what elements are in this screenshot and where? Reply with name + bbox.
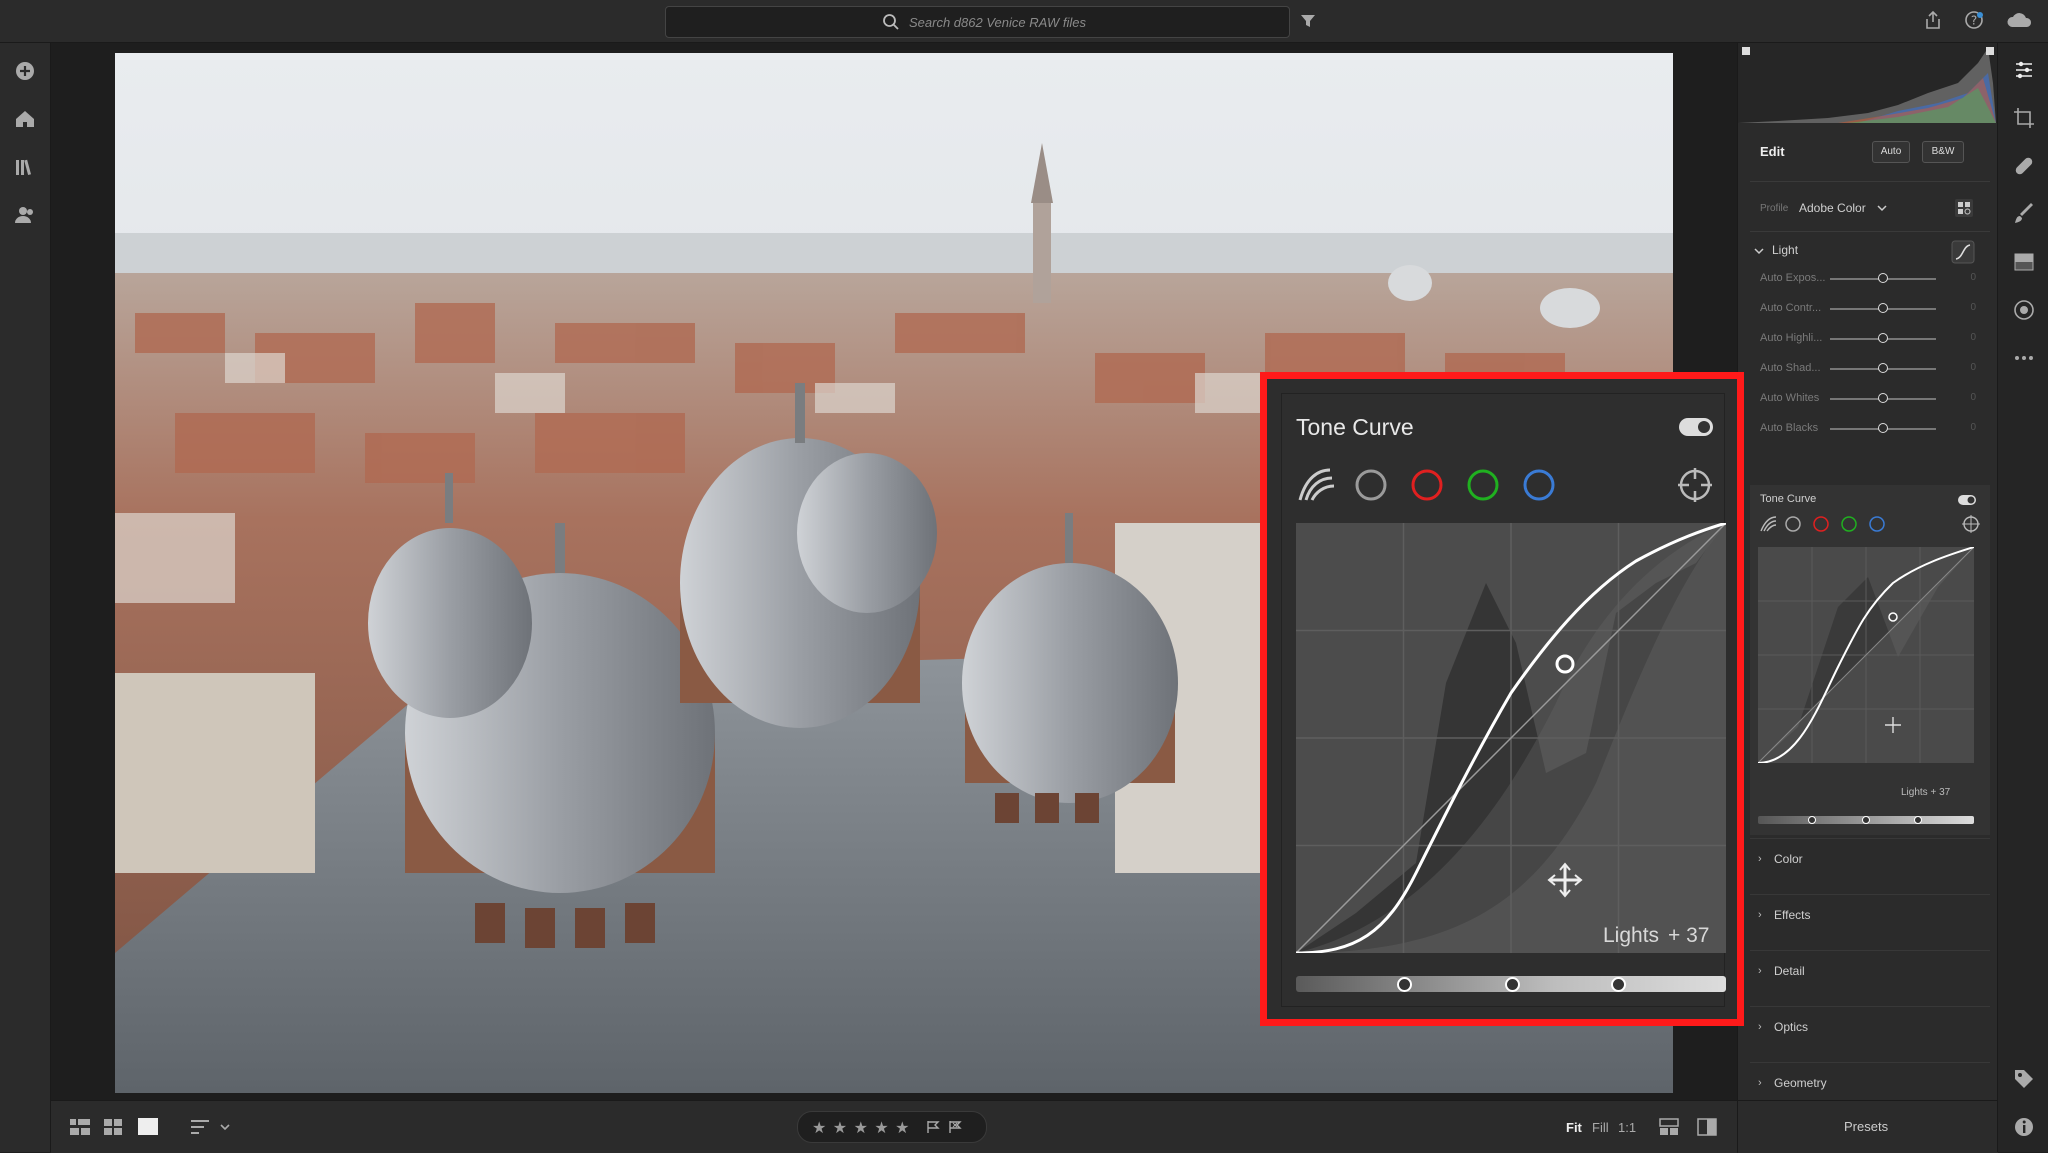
fill-button[interactable]: Fill bbox=[1592, 1120, 1609, 1135]
tone-curve-mini-graph[interactable] bbox=[1758, 547, 1974, 763]
divider bbox=[1750, 181, 1990, 182]
point-curve-icon[interactable] bbox=[1352, 466, 1390, 504]
search-icon bbox=[883, 14, 899, 30]
tone-curve-mini-channels[interactable] bbox=[1758, 513, 1988, 535]
one-to-one-button[interactable]: 1:1 bbox=[1618, 1120, 1636, 1135]
people-icon[interactable] bbox=[13, 203, 37, 227]
auto-blacks-slider[interactable]: Auto Blacks 0 bbox=[1760, 421, 1990, 437]
flag-pick-icon[interactable] bbox=[926, 1120, 940, 1134]
right-rail bbox=[1997, 43, 2048, 1152]
presets-button[interactable]: Presets bbox=[1844, 1119, 1888, 1134]
red-channel-icon[interactable] bbox=[1408, 466, 1446, 504]
photo-grid-icon[interactable] bbox=[104, 1119, 122, 1135]
more-icon[interactable] bbox=[2013, 347, 2035, 369]
crop-icon[interactable] bbox=[2013, 107, 2035, 129]
edit-sliders-icon[interactable] bbox=[2013, 59, 2035, 81]
light-section-title[interactable]: Light bbox=[1772, 243, 1798, 257]
filter-icon[interactable] bbox=[1300, 13, 1316, 29]
auto-shadows-slider[interactable]: Auto Shad... 0 bbox=[1760, 361, 1990, 377]
tone-curve-mini-toggle[interactable] bbox=[1958, 495, 1976, 505]
bottom-bar: ★ ★ ★ ★ ★ Fit Fill 1:1 bbox=[51, 1100, 1737, 1153]
divider bbox=[1750, 231, 1990, 232]
profile-label: Profile bbox=[1760, 203, 1789, 214]
presets-bar: Presets bbox=[1738, 1100, 1998, 1153]
highlight-clip-indicator bbox=[1986, 47, 1994, 55]
edit-title: Edit bbox=[1760, 144, 1785, 159]
blue-channel-icon[interactable] bbox=[1520, 466, 1558, 504]
top-bar: Search d862 Venice RAW files ? bbox=[0, 0, 2048, 43]
histogram bbox=[1738, 43, 1998, 123]
compare-icon[interactable] bbox=[1659, 1118, 1679, 1136]
bw-button[interactable]: B&W bbox=[1922, 141, 1964, 163]
parametric-curve-icon[interactable] bbox=[1296, 464, 1338, 506]
color-section[interactable]: › Color bbox=[1750, 838, 1990, 879]
effects-section[interactable]: › Effects bbox=[1750, 894, 1990, 935]
optics-section[interactable]: › Optics bbox=[1750, 1006, 1990, 1047]
info-icon[interactable] bbox=[2013, 1116, 2035, 1138]
keyword-tag-icon[interactable] bbox=[2013, 1068, 2035, 1090]
svg-text:?: ? bbox=[1971, 14, 1977, 28]
fit-button[interactable]: Fit bbox=[1566, 1120, 1582, 1135]
split-handle-highlights[interactable] bbox=[1611, 977, 1626, 992]
edit-panel: Edit Auto B&W Profile Adobe Color Light … bbox=[1737, 43, 1998, 1153]
split-handle-highlights[interactable] bbox=[1914, 816, 1922, 824]
star-rating[interactable]: ★ ★ ★ ★ ★ bbox=[812, 1118, 911, 1138]
search-input[interactable]: Search d862 Venice RAW files bbox=[909, 15, 1086, 30]
sort-icon[interactable] bbox=[191, 1118, 233, 1136]
split-handle-midtones[interactable] bbox=[1862, 816, 1870, 824]
profile-dropdown[interactable]: Adobe Color bbox=[1799, 201, 1866, 215]
light-chevron-icon[interactable] bbox=[1753, 246, 1765, 256]
tone-curve-mini-panel: Tone Curve Lights + 37 bbox=[1750, 485, 1990, 835]
before-after-icon[interactable] bbox=[1697, 1117, 1717, 1137]
detail-section[interactable]: › Detail bbox=[1750, 950, 1990, 991]
linear-gradient-icon[interactable] bbox=[2013, 251, 2035, 273]
left-rail bbox=[0, 43, 51, 1152]
split-handle-shadows[interactable] bbox=[1397, 977, 1412, 992]
profile-browser-icon[interactable] bbox=[1954, 198, 1974, 218]
targeted-adjustment-icon[interactable] bbox=[1676, 466, 1714, 504]
auto-contrast-slider[interactable]: Auto Contr... 0 bbox=[1760, 301, 1990, 317]
tone-curve-title: Tone Curve bbox=[1296, 414, 1414, 440]
chevron-down-icon[interactable] bbox=[1876, 203, 1888, 213]
auto-highlights-slider[interactable]: Auto Highli... 0 bbox=[1760, 331, 1990, 347]
tone-curve-toggle[interactable] bbox=[1679, 418, 1713, 436]
flag-reject-icon[interactable] bbox=[948, 1120, 962, 1134]
geometry-section[interactable]: › Geometry bbox=[1750, 1062, 1990, 1103]
detail-view-icon[interactable] bbox=[138, 1118, 158, 1135]
split-handle-shadows[interactable] bbox=[1808, 816, 1816, 824]
square-grid-icon[interactable] bbox=[70, 1119, 90, 1135]
tone-curve-graph[interactable]: Lights + 37 bbox=[1296, 523, 1726, 953]
search-box[interactable]: Search d862 Venice RAW files bbox=[665, 6, 1290, 38]
green-channel-icon[interactable] bbox=[1464, 466, 1502, 504]
healing-icon[interactable] bbox=[2013, 155, 2035, 177]
help-icon[interactable]: ? bbox=[1964, 10, 1984, 30]
brush-icon[interactable] bbox=[2013, 203, 2035, 225]
split-handle-midtones[interactable] bbox=[1505, 977, 1520, 992]
tone-curve-toggle-icon[interactable] bbox=[1951, 240, 1975, 264]
tone-curve-mini-readout: Lights + 37 bbox=[1901, 787, 1951, 798]
auto-whites-slider[interactable]: Auto Whites 0 bbox=[1760, 391, 1990, 407]
tone-curve-panel: Tone Curve Lights + 37 bbox=[1281, 393, 1726, 1007]
region-value: + 37 bbox=[1668, 924, 1709, 947]
home-icon[interactable] bbox=[13, 107, 37, 131]
library-icon[interactable] bbox=[13, 155, 37, 179]
tone-curve-mini-title: Tone Curve bbox=[1760, 493, 1817, 505]
region-label: Lights bbox=[1603, 924, 1659, 947]
curve-control-point bbox=[1555, 654, 1575, 674]
auto-button[interactable]: Auto bbox=[1872, 141, 1910, 163]
cloud-icon[interactable] bbox=[2006, 12, 2032, 28]
add-photos-icon[interactable] bbox=[13, 59, 37, 83]
share-icon[interactable] bbox=[1924, 10, 1942, 30]
radial-gradient-icon[interactable] bbox=[2013, 299, 2035, 321]
shadow-clip-indicator bbox=[1742, 47, 1750, 55]
rating-flag-bar: ★ ★ ★ ★ ★ bbox=[797, 1111, 987, 1143]
auto-exposure-slider[interactable]: Auto Expos... 0 bbox=[1760, 271, 1990, 287]
tone-curve-callout: Tone Curve Lights + 37 bbox=[1260, 372, 1744, 1026]
